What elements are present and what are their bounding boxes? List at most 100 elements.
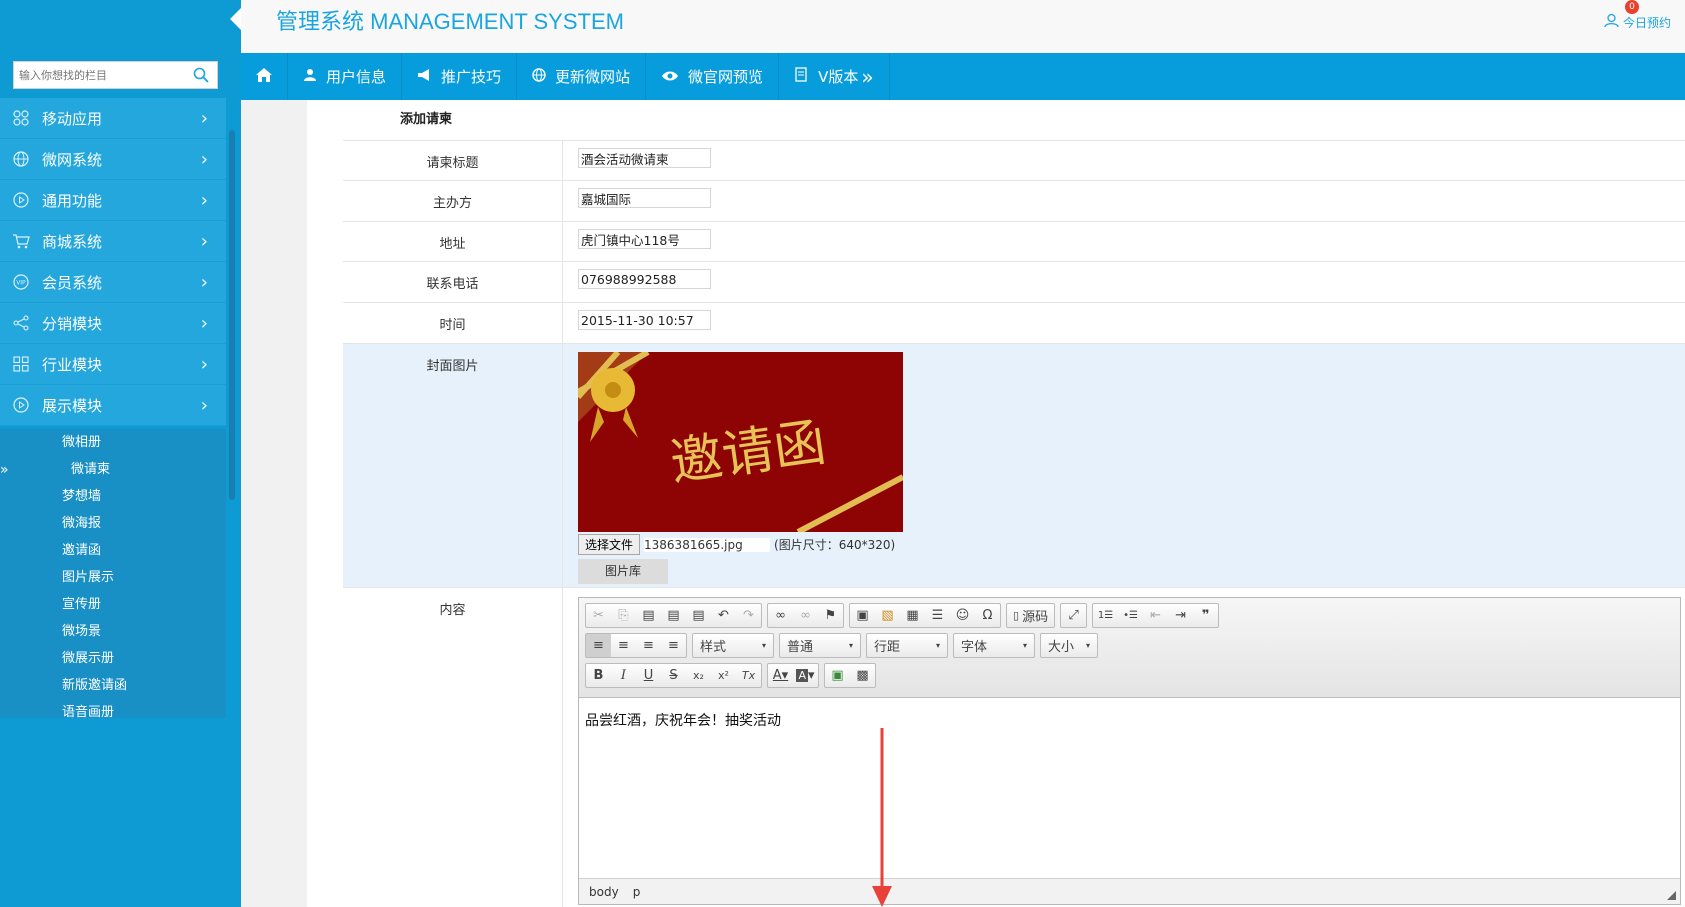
today-reserve-link[interactable]: 0 今日预约 [1604, 0, 1671, 31]
paste-icon[interactable]: ▤ [636, 604, 661, 627]
submenu-item-active[interactable]: 微请柬 [0, 456, 226, 483]
align-center-icon[interactable]: ≡ [611, 634, 636, 657]
phone-field[interactable] [578, 269, 711, 289]
double-chevron-right-icon[interactable]: » [861, 65, 873, 89]
submenu-item[interactable]: 微展示册 [0, 645, 226, 672]
outdent-icon[interactable]: ⇤ [1143, 604, 1168, 627]
line-height-select[interactable]: 行距 ▾ [866, 633, 948, 658]
submenu-item[interactable]: 新版邀请函 [0, 672, 226, 699]
field-label: 时间 [343, 303, 563, 343]
subscript-icon[interactable]: x₂ [686, 664, 711, 687]
menu-item-label: 行业模块 [42, 355, 103, 374]
insert-image-icon[interactable]: ▣ [825, 664, 850, 687]
submenu-item[interactable]: 宣传册 [0, 591, 226, 618]
editor-content-text[interactable]: 品尝红酒，庆祝年会！抽奖活动 [585, 710, 1674, 730]
header: 管理系统 MANAGEMENT SYSTEM 0 今日预约 [241, 0, 1685, 53]
host-field[interactable] [578, 188, 711, 208]
menu-item-display[interactable]: 展示模块 › [0, 385, 226, 426]
image-gallery-button[interactable]: 图片库 [578, 559, 668, 584]
background-color-icon[interactable]: A ▾ [793, 664, 818, 687]
submenu-item[interactable]: 微相册 [0, 429, 226, 456]
sidebar-scrollbar[interactable] [229, 130, 235, 500]
menu-item-member[interactable]: VIP 会员系统 › [0, 262, 226, 303]
cut-icon[interactable]: ✂ [586, 604, 611, 627]
play-icon [0, 192, 42, 208]
numbered-list-icon[interactable]: 1☰ [1093, 604, 1118, 627]
paste-word-icon[interactable]: ▤ [686, 604, 711, 627]
source-code-button[interactable]: ▯ 源码 [1007, 604, 1054, 627]
italic-icon[interactable]: I [611, 664, 636, 687]
submenu-item[interactable]: 梦想墙 [0, 483, 226, 510]
font-select[interactable]: 字体 ▾ [953, 633, 1035, 658]
chevron-right-icon: › [200, 272, 208, 293]
submenu-item[interactable]: 邀请函 [0, 537, 226, 564]
address-field[interactable] [578, 229, 711, 249]
text-color-icon[interactable]: A▾ [768, 664, 793, 687]
qrcode-icon[interactable]: ▩ [850, 664, 875, 687]
image-icon[interactable]: ▣ [850, 604, 875, 627]
align-justify-icon[interactable]: ≡ [661, 634, 686, 657]
blockquote-icon[interactable]: ❞ [1193, 604, 1218, 627]
menu-item-industry[interactable]: 行业模块 › [0, 344, 226, 385]
time-field[interactable] [578, 310, 711, 330]
invitation-title-field[interactable] [578, 148, 711, 168]
maximize-icon[interactable]: ⤢ [1061, 604, 1086, 627]
nav-update-site[interactable]: 更新微网站 [517, 53, 647, 100]
table-icon[interactable]: ▦ [900, 604, 925, 627]
indent-icon[interactable]: ⇥ [1168, 604, 1193, 627]
home-button[interactable] [241, 53, 288, 100]
flash-icon[interactable]: ▧ [875, 604, 900, 627]
search-input[interactable] [14, 62, 184, 88]
unlink-icon[interactable]: ∞ [793, 604, 818, 627]
redo-icon[interactable]: ↷ [736, 604, 761, 627]
menu-item-mobile-apps[interactable]: 移动应用 › [0, 98, 226, 139]
underline-icon[interactable]: U [636, 664, 661, 687]
submenu-item[interactable]: 微场景 [0, 618, 226, 645]
horizontal-rule-icon[interactable]: ☰ [925, 604, 950, 627]
menu-item-mall[interactable]: 商城系统 › [0, 221, 226, 262]
nav-promotion-tips[interactable]: 推广技巧 [402, 53, 518, 100]
nav-preview-site[interactable]: 微官网预览 [646, 53, 780, 100]
undo-icon[interactable]: ↶ [711, 604, 736, 627]
copy-icon[interactable]: ⎘ [611, 604, 636, 627]
format-select[interactable]: 普通 ▾ [779, 633, 861, 658]
align-right-icon[interactable]: ≡ [636, 634, 661, 657]
bold-icon[interactable]: B [586, 664, 611, 687]
rich-text-editor: ✂ ⎘ ▤ ▤ ▤ ↶ ↷ ∞ ∞ ⚑ ▣ ▧ ▦ ☰ ☺ Ω ▯ 源码 ⤢ 1… [578, 597, 1681, 905]
anchor-icon[interactable]: ⚑ [818, 604, 843, 627]
superscript-icon[interactable]: x² [711, 664, 736, 687]
bulleted-list-icon[interactable]: •☰ [1118, 604, 1143, 627]
submenu-item[interactable]: 语音画册 [0, 699, 226, 726]
nav-label: V版本 [818, 68, 859, 86]
menu-item-general[interactable]: 通用功能 › [0, 180, 226, 221]
editor-body[interactable]: 品尝红酒，庆祝年会！抽奖活动 [579, 698, 1680, 878]
search-icon[interactable] [193, 67, 209, 87]
nav-label: 推广技巧 [441, 68, 502, 86]
submenu-item[interactable]: 微海报 [0, 510, 226, 537]
content-gutter [241, 100, 307, 907]
resize-handle[interactable] [1667, 891, 1676, 900]
link-icon[interactable]: ∞ [768, 604, 793, 627]
element-path-p[interactable]: p [633, 885, 641, 899]
choose-file-button[interactable]: 选择文件 [578, 534, 641, 555]
caret-down-icon: ▾ [1085, 641, 1090, 650]
search-box[interactable] [13, 61, 218, 89]
font-size-select[interactable]: 大小 ▾ [1040, 633, 1098, 658]
nav-user-info[interactable]: 用户信息 [288, 53, 403, 100]
smiley-icon[interactable]: ☺ [950, 604, 975, 627]
remove-format-icon[interactable]: Tx [736, 664, 761, 687]
element-path-body[interactable]: body [589, 885, 619, 899]
align-left-icon[interactable]: ≡ [586, 634, 611, 657]
apps-icon [0, 110, 42, 126]
special-char-icon[interactable]: Ω [975, 604, 1000, 627]
menu-item-distribution[interactable]: 分销模块 › [0, 303, 226, 344]
field-label: 联系电话 [343, 262, 563, 302]
paste-text-icon[interactable]: ▤ [661, 604, 686, 627]
display-submenu: 微相册 微请柬 梦想墙 微海报 邀请函 图片展示 宣传册 微场景 微展示册 新版… [0, 429, 226, 720]
style-select[interactable]: 样式 ▾ [692, 633, 774, 658]
strikethrough-icon[interactable]: S [661, 664, 686, 687]
menu-item-micro-site[interactable]: 微网系统 › [0, 139, 226, 180]
nav-version[interactable]: V版本 » [779, 53, 890, 100]
user-icon: 0 [1604, 0, 1639, 31]
submenu-item[interactable]: 图片展示 [0, 564, 226, 591]
